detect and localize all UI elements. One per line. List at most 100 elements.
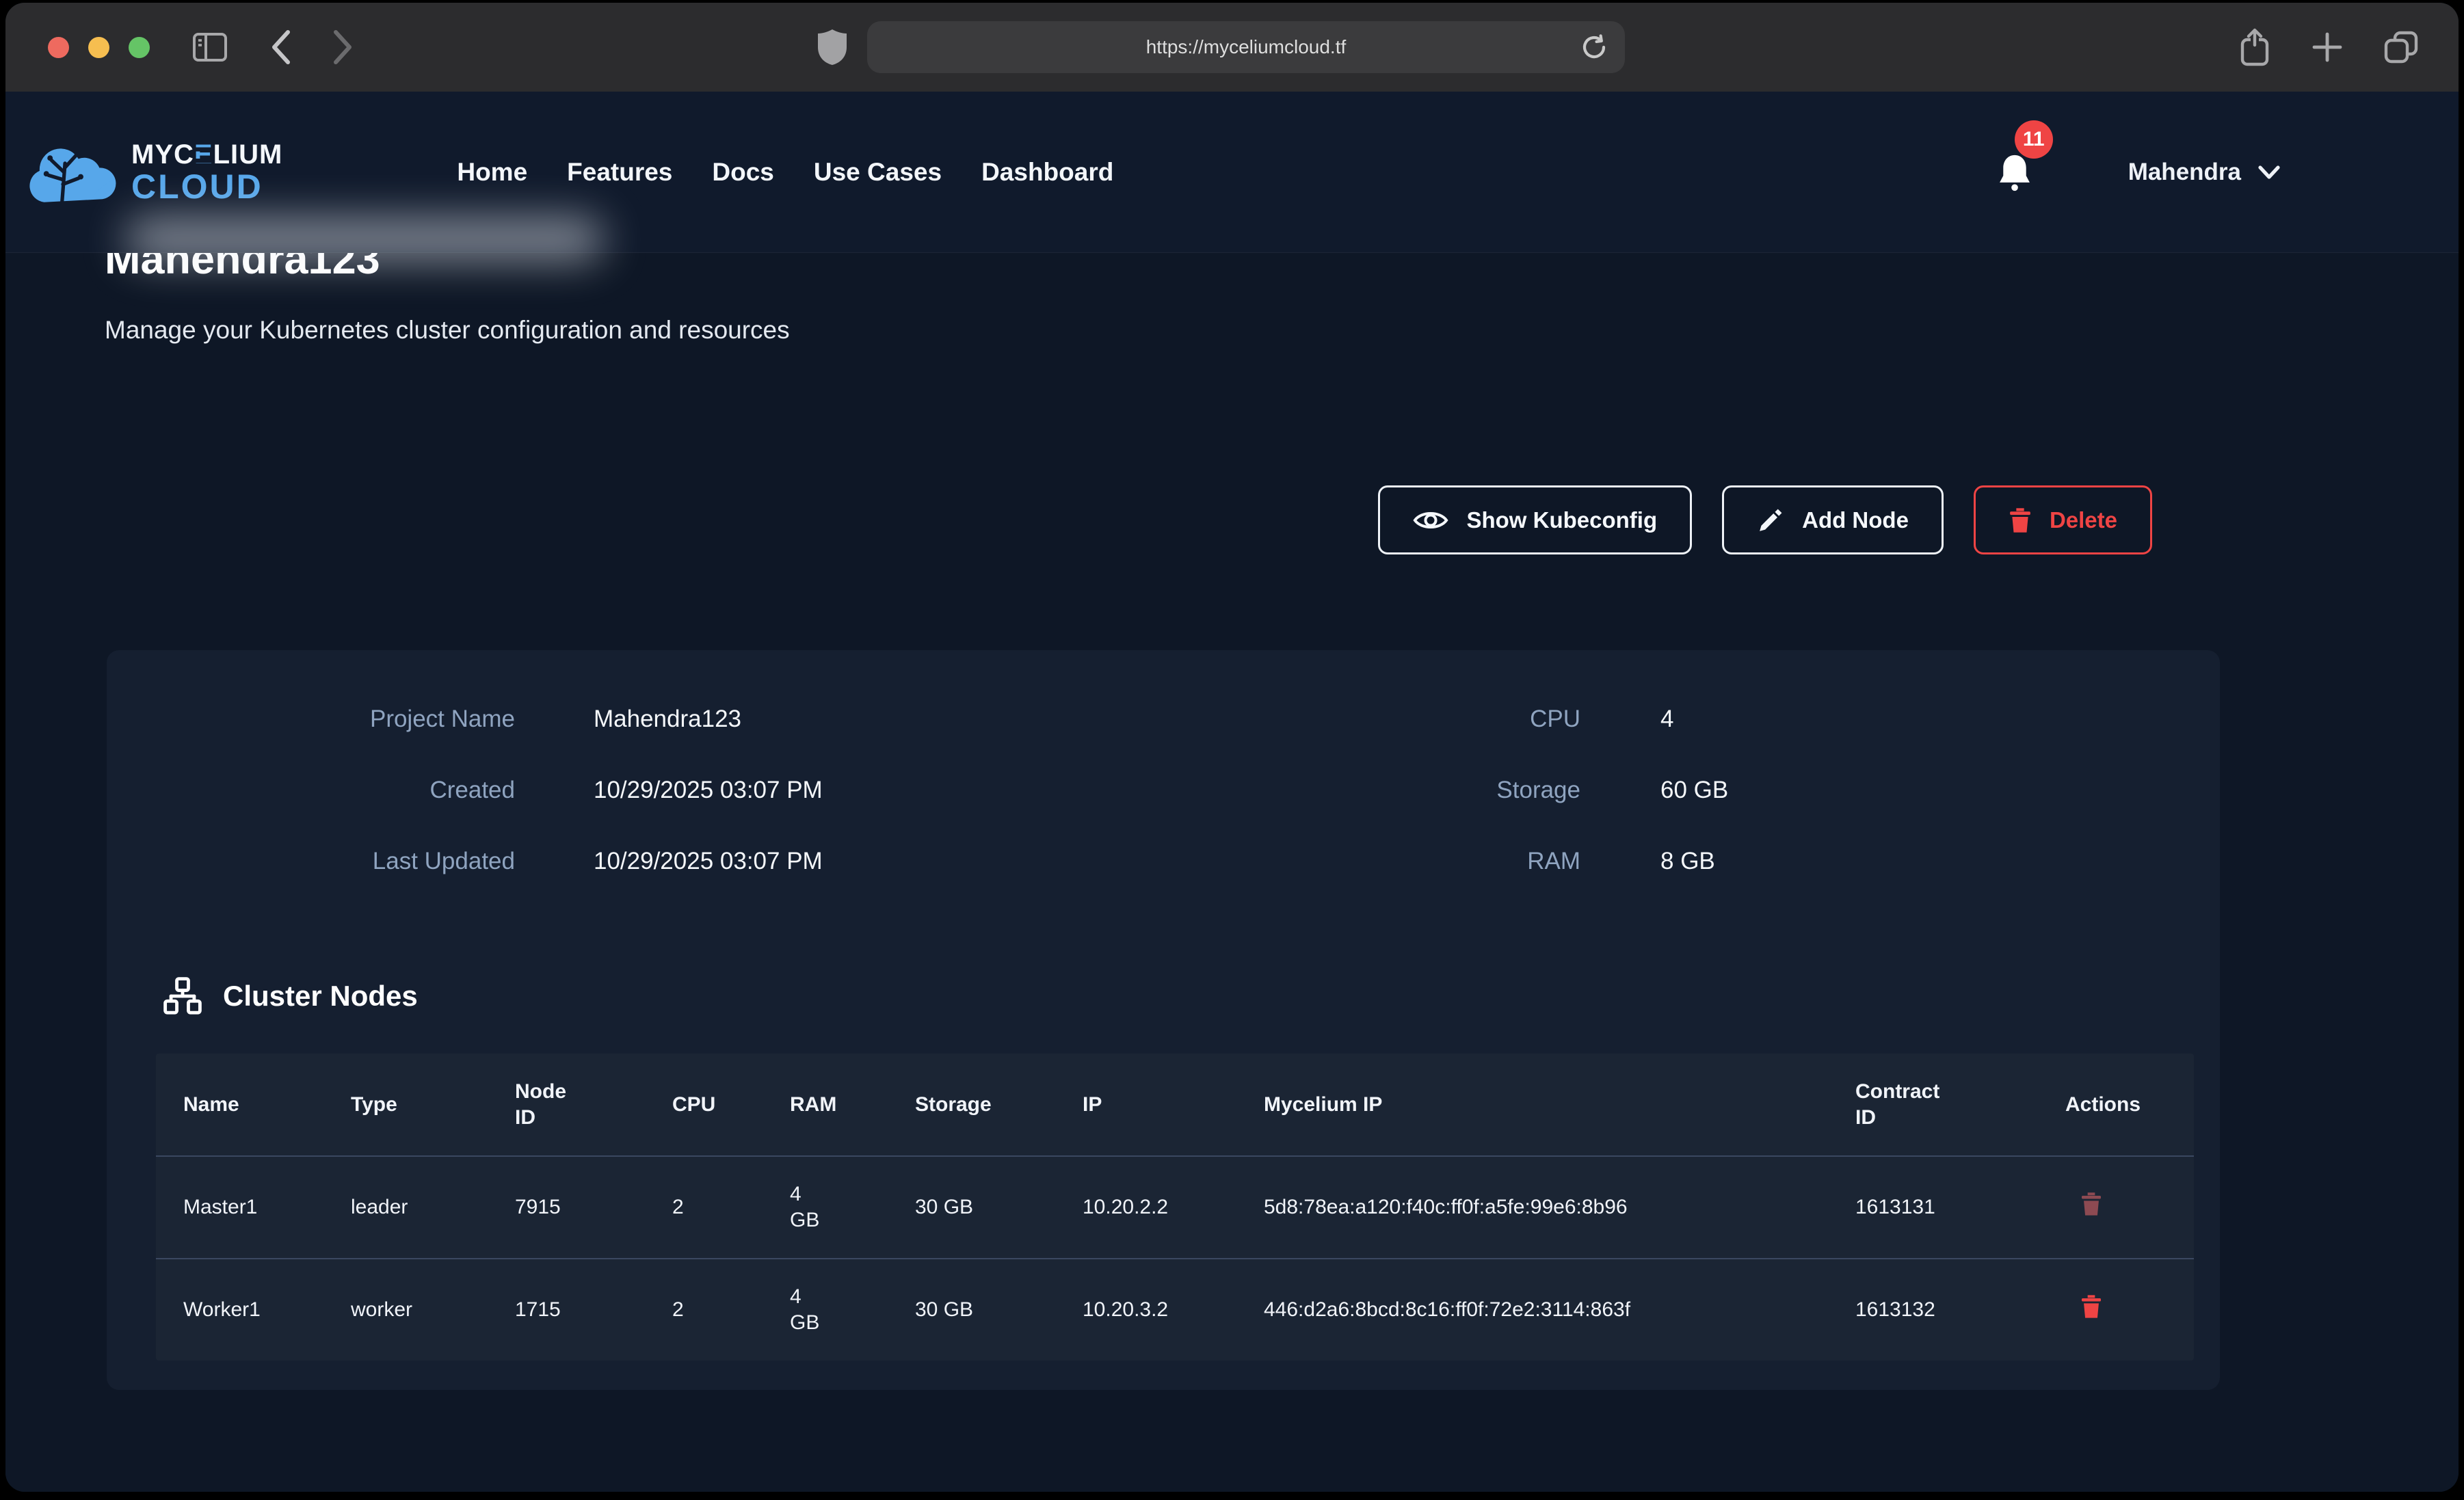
browser-window: https://myceliumcloud.tf	[5, 3, 2459, 1492]
plus-icon	[2311, 31, 2344, 64]
pencil-icon	[1757, 507, 1784, 534]
info-label: Storage	[1160, 775, 1580, 806]
delete-label: Delete	[2050, 507, 2117, 533]
info-value: 60 GB	[1660, 775, 1728, 806]
privacy-shield-icon[interactable]	[817, 28, 848, 66]
col-ram: RAM	[763, 1054, 888, 1156]
cell-cpu: 2	[645, 1259, 763, 1361]
delete-node-button[interactable]	[2065, 1294, 2102, 1320]
cell-mycelium-ip: 446:d2a6:8bcd:8c16:ff0f:72e2:3114:863f	[1236, 1259, 1828, 1361]
cell-contract-id: 1613131	[1828, 1156, 2038, 1259]
sidebar-icon	[192, 32, 228, 62]
back-button[interactable]	[269, 29, 292, 65]
reload-button[interactable]	[1580, 33, 1608, 62]
cell-name: Worker1	[156, 1259, 323, 1361]
nav-dashboard[interactable]: Dashboard	[981, 158, 1113, 187]
page: MYCELIUM CLOUD Home Features Docs Use Ca…	[5, 92, 2459, 1492]
delete-cluster-button[interactable]: Delete	[1974, 485, 2152, 554]
info-label: RAM	[1160, 846, 1580, 877]
tab-overview-button[interactable]	[2383, 30, 2419, 64]
share-icon	[2238, 27, 2271, 67]
info-label: Project Name	[107, 704, 515, 735]
cell-actions	[2038, 1156, 2194, 1259]
chevron-left-icon	[269, 29, 292, 65]
cell-name: Master1	[156, 1156, 323, 1259]
col-mycelium-ip: Mycelium IP	[1236, 1054, 1828, 1156]
info-row-storage: Storage 60 GB	[1160, 775, 2220, 806]
chevron-down-icon	[2257, 165, 2281, 180]
col-cpu: CPU	[645, 1054, 763, 1156]
cell-type: leader	[323, 1156, 488, 1259]
cluster-details-panel: Project Name Mahendra123 Created 10/29/2…	[107, 650, 2220, 1390]
cluster-nodes-table: Name Type Node ID CPU RAM Storage IP Myc…	[156, 1054, 2194, 1361]
info-value: 8 GB	[1660, 846, 1715, 877]
user-name: Mahendra	[2128, 159, 2241, 186]
nav-home[interactable]: Home	[457, 158, 527, 187]
table-row: Worker1 worker 1715 2 4 GB 30 GB 10.20.3…	[156, 1259, 2194, 1361]
zoom-window-button[interactable]	[129, 37, 150, 58]
col-actions: Actions	[2038, 1054, 2194, 1156]
notification-badge: 11	[2015, 120, 2053, 159]
cell-ip: 10.20.3.2	[1055, 1259, 1236, 1361]
brand-part1: MYC	[131, 139, 194, 170]
cell-cpu: 2	[645, 1156, 763, 1259]
main-nav: Home Features Docs Use Cases Dashboard	[457, 158, 1113, 187]
user-menu[interactable]: Mahendra	[2128, 159, 2281, 186]
info-row-project-name: Project Name Mahendra123	[107, 704, 1160, 735]
cluster-nodes-heading: Cluster Nodes	[163, 976, 2220, 1016]
table-header-row: Name Type Node ID CPU RAM Storage IP Myc…	[156, 1054, 2194, 1156]
page-subtitle: Manage your Kubernetes cluster configura…	[105, 316, 2359, 345]
info-label: CPU	[1160, 704, 1580, 735]
close-window-button[interactable]	[48, 37, 69, 58]
url-bar[interactable]: https://myceliumcloud.tf	[867, 21, 1625, 73]
chevron-right-icon	[332, 29, 355, 65]
bell-icon	[1997, 152, 2032, 193]
show-kubeconfig-button[interactable]: Show Kubeconfig	[1378, 485, 1692, 554]
new-tab-button[interactable]	[2311, 31, 2344, 64]
url-text: https://myceliumcloud.tf	[1146, 36, 1347, 58]
trash-icon	[2080, 1191, 2102, 1217]
col-ip: IP	[1055, 1054, 1236, 1156]
share-button[interactable]	[2238, 27, 2271, 67]
brand-wordmark: MYCELIUM CLOUD	[131, 141, 282, 204]
window-controls	[48, 37, 150, 58]
cell-node-id: 7915	[488, 1156, 645, 1259]
sidebar-toggle-button[interactable]	[192, 32, 228, 62]
col-type: Type	[323, 1054, 488, 1156]
minimize-window-button[interactable]	[88, 37, 109, 58]
notifications-button[interactable]: 11	[1997, 152, 2032, 193]
add-node-button[interactable]: Add Node	[1722, 485, 1944, 554]
browser-toolbar: https://myceliumcloud.tf	[5, 3, 2459, 92]
nav-features[interactable]: Features	[567, 158, 672, 187]
cell-ram: 4 GB	[763, 1156, 888, 1259]
cluster-nodes-title: Cluster Nodes	[223, 980, 418, 1013]
tabs-icon	[2383, 30, 2419, 64]
info-value: 4	[1660, 704, 1673, 735]
trash-icon	[2080, 1294, 2102, 1320]
forward-button[interactable]	[332, 29, 355, 65]
col-contract-id: Contract ID	[1828, 1054, 2038, 1156]
cluster-hierarchy-icon	[163, 976, 202, 1016]
brand-striped-e: E	[194, 139, 213, 170]
mycelium-cloud-logo-icon	[25, 132, 120, 213]
cell-storage: 30 GB	[888, 1156, 1055, 1259]
brand-logo[interactable]: MYCELIUM CLOUD	[25, 132, 282, 213]
info-label: Last Updated	[107, 846, 515, 877]
col-storage: Storage	[888, 1054, 1055, 1156]
cluster-actions: Show Kubeconfig Add Node Delete	[5, 485, 2152, 554]
info-row-cpu: CPU 4	[1160, 704, 2220, 735]
brand-word2: CLOUD	[131, 170, 282, 204]
delete-node-button[interactable]	[2065, 1191, 2102, 1217]
cell-mycelium-ip: 5d8:78ea:a120:f40c:ff0f:a5fe:99e6:8b96	[1236, 1156, 1828, 1259]
nav-docs[interactable]: Docs	[712, 158, 773, 187]
info-row-last-updated: Last Updated 10/29/2025 03:07 PM	[107, 846, 1160, 877]
show-kubeconfig-label: Show Kubeconfig	[1466, 507, 1657, 533]
info-value: 10/29/2025 03:07 PM	[594, 846, 823, 877]
cell-ip: 10.20.2.2	[1055, 1156, 1236, 1259]
nav-use-cases[interactable]: Use Cases	[814, 158, 942, 187]
info-label: Created	[107, 775, 515, 806]
trash-icon	[2009, 507, 2032, 534]
info-row-ram: RAM 8 GB	[1160, 846, 2220, 877]
info-value: 10/29/2025 03:07 PM	[594, 775, 823, 806]
brand-part2: LIUM	[213, 139, 283, 170]
